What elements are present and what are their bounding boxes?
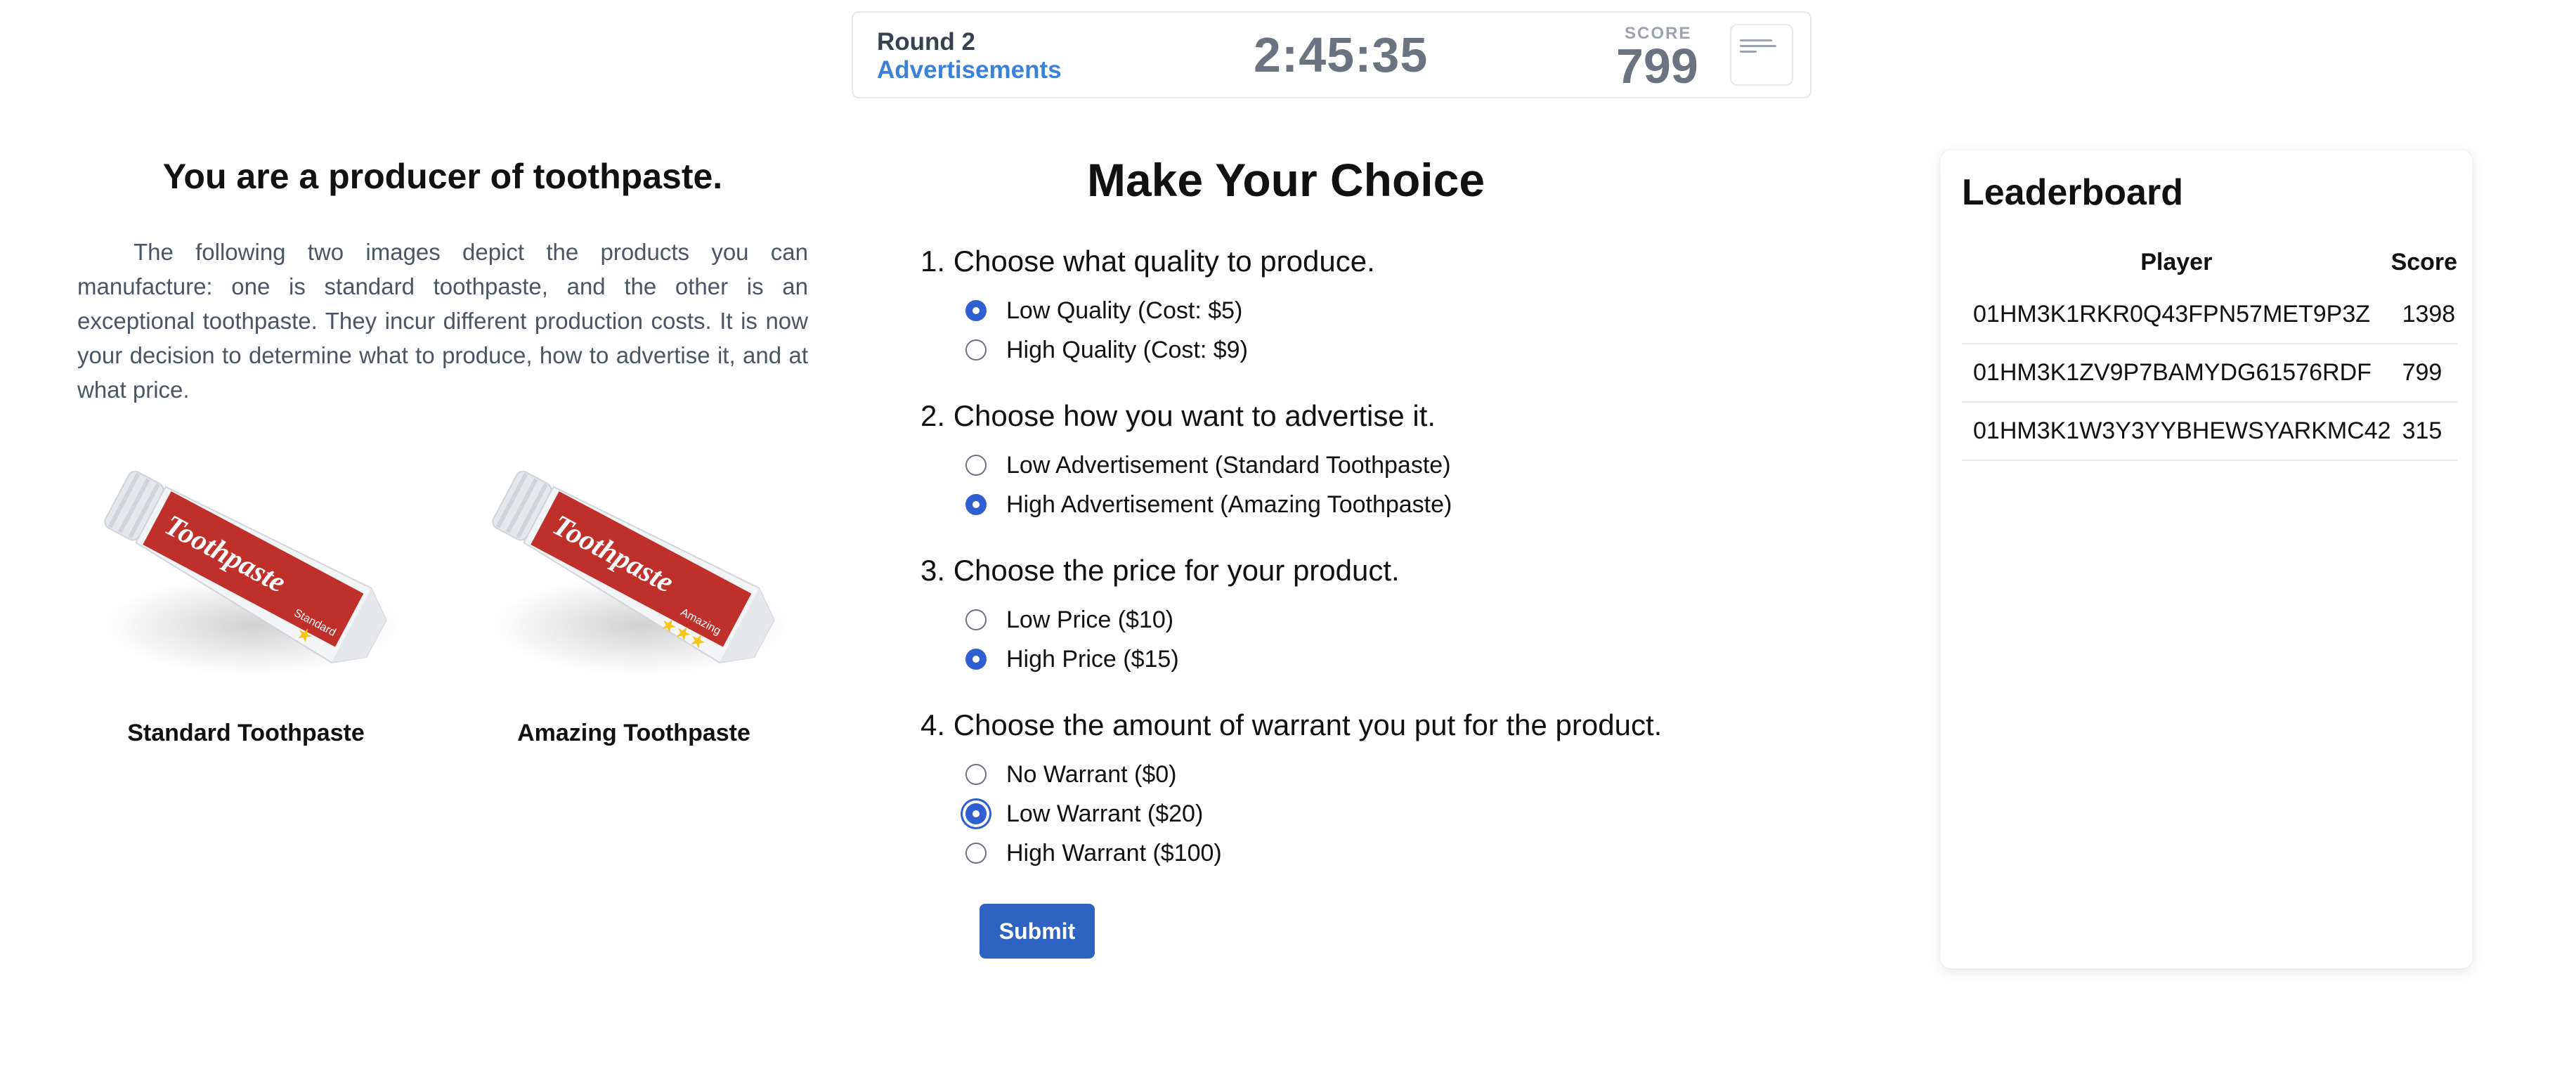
score-value: 799 bbox=[1616, 39, 1698, 93]
game-header: Round 2 Advertisements 2:45:35 SCORE 799 bbox=[852, 11, 1811, 98]
table-row: 01HM3K1ZV9P7BAMYDG61576RDF 799 bbox=[1962, 344, 2458, 403]
form-title: Make Your Choice bbox=[1086, 154, 1485, 206]
option-label: Low Quality (Cost: $5) bbox=[1006, 297, 1243, 324]
amazing-toothpaste-caption: Amazing Toothpaste bbox=[517, 720, 750, 746]
option-no-warrant[interactable]: No Warrant ($0) bbox=[965, 759, 1176, 790]
amazing-toothpaste-image: Toothpaste Amazing ★★★ bbox=[472, 450, 795, 703]
player-score: 315 bbox=[2390, 402, 2458, 461]
player-score: 799 bbox=[2390, 344, 2458, 403]
round-label: Round 2 bbox=[877, 28, 975, 56]
option-low-warrant[interactable]: Low Warrant ($20) bbox=[965, 798, 1203, 829]
question-advertisement: 2. Choose how you want to advertise it. bbox=[921, 399, 1436, 432]
radio-high-warrant[interactable] bbox=[965, 843, 987, 864]
column-header-score: Score bbox=[2390, 248, 2458, 275]
player-id: 01HM3K1RKR0Q43FPN57MET9P3Z bbox=[1962, 285, 2391, 344]
option-label: High Advertisement (Amazing Toothpaste) bbox=[1006, 491, 1452, 518]
table-row: 01HM3K1RKR0Q43FPN57MET9P3Z 1398 bbox=[1962, 285, 2458, 344]
option-high-price[interactable]: High Price ($15) bbox=[965, 644, 1179, 675]
option-label: High Warrant ($100) bbox=[1006, 839, 1222, 866]
radio-high-quality[interactable] bbox=[965, 339, 987, 361]
radio-high-price[interactable] bbox=[965, 649, 987, 670]
option-low-quality[interactable]: Low Quality (Cost: $5) bbox=[965, 295, 1242, 326]
leaderboard-table: Player Score 01HM3K1RKR0Q43FPN57MET9P3Z … bbox=[1962, 239, 2458, 461]
countdown-timer: 2:45:35 bbox=[1254, 27, 1429, 82]
option-label: No Warrant ($0) bbox=[1006, 760, 1177, 788]
option-label: Low Warrant ($20) bbox=[1006, 800, 1204, 827]
option-low-advertisement[interactable]: Low Advertisement (Standard Toothpaste) bbox=[965, 450, 1451, 481]
intro-text: The following two images depict the prod… bbox=[77, 239, 808, 403]
leaderboard-panel: Leaderboard Player Score 01HM3K1RKR0Q43F… bbox=[1941, 150, 2472, 968]
radio-high-advertisement[interactable] bbox=[965, 494, 987, 515]
column-header-player: Player bbox=[2140, 248, 2213, 275]
player-score: 1398 bbox=[2390, 285, 2458, 344]
standard-toothpaste-caption: Standard Toothpaste bbox=[127, 720, 365, 746]
table-row: 01HM3K1W3Y3YYBHEWSYARKMC42 315 bbox=[1962, 402, 2458, 461]
radio-no-warrant[interactable] bbox=[965, 764, 987, 785]
option-label: High Quality (Cost: $9) bbox=[1006, 336, 1248, 363]
document-thumbnail-icon[interactable] bbox=[1730, 24, 1793, 86]
radio-low-quality[interactable] bbox=[965, 300, 987, 321]
standard-toothpaste-image: Toothpaste Standard ★ bbox=[84, 450, 408, 703]
submit-button[interactable]: Submit bbox=[980, 904, 1095, 959]
player-id: 01HM3K1W3Y3YYBHEWSYARKMC42 bbox=[1962, 402, 2391, 461]
leaderboard-title: Leaderboard bbox=[1962, 172, 2183, 213]
option-label: Low Price ($10) bbox=[1006, 606, 1174, 633]
option-label: High Price ($15) bbox=[1006, 645, 1179, 673]
radio-low-warrant[interactable] bbox=[965, 803, 987, 824]
player-id: 01HM3K1ZV9P7BAMYDG61576RDF bbox=[1962, 344, 2391, 403]
option-high-advertisement[interactable]: High Advertisement (Amazing Toothpaste) bbox=[965, 489, 1452, 520]
intro-title: You are a producer of toothpaste. bbox=[162, 157, 723, 196]
question-warrant: 4. Choose the amount of warrant you put … bbox=[921, 708, 1663, 741]
question-quality: 1. Choose what quality to produce. bbox=[921, 245, 1375, 278]
stage-label: Advertisements bbox=[877, 56, 1062, 84]
question-price: 3. Choose the price for your product. bbox=[921, 554, 1400, 587]
option-label: Low Advertisement (Standard Toothpaste) bbox=[1006, 451, 1451, 479]
option-high-quality[interactable]: High Quality (Cost: $9) bbox=[965, 335, 1248, 365]
option-high-warrant[interactable]: High Warrant ($100) bbox=[965, 838, 1222, 869]
option-low-price[interactable]: Low Price ($10) bbox=[965, 604, 1173, 635]
radio-low-advertisement[interactable] bbox=[965, 455, 987, 476]
radio-low-price[interactable] bbox=[965, 609, 987, 630]
